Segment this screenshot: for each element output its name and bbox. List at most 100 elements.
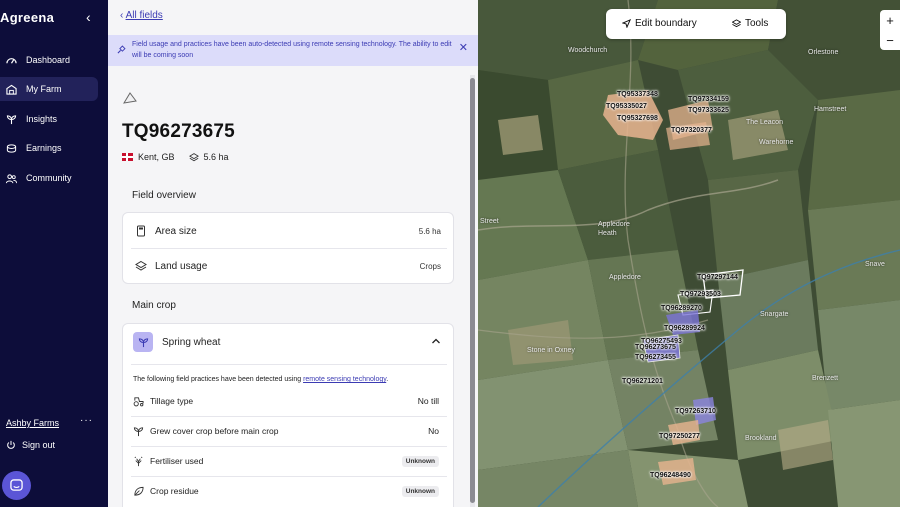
field-label[interactable]: TQ96289270 <box>661 305 702 312</box>
edit-boundary-button[interactable]: Edit boundary <box>622 18 697 29</box>
practice-label: Fertiliser used <box>150 456 204 466</box>
power-icon <box>6 440 16 450</box>
field-label[interactable]: TQ96273455 <box>635 354 676 361</box>
sidebar-item-label: My Farm <box>26 84 62 94</box>
sprout-icon <box>133 332 153 352</box>
field-meta: Kent, GB 5.6 ha <box>122 152 229 162</box>
zoom-in-button[interactable]: + <box>880 10 900 30</box>
field-label[interactable]: TQ96273675 <box>635 344 676 351</box>
uk-flag-icon <box>122 153 133 161</box>
place-label: Snave <box>865 261 885 268</box>
field-label[interactable]: TQ97333625 <box>688 107 729 114</box>
farm-icon <box>6 84 17 95</box>
field-label[interactable]: TQ97263710 <box>675 408 716 415</box>
field-label[interactable]: TQ96248490 <box>650 472 691 479</box>
place-label: Appledore Heath <box>598 221 630 237</box>
sign-out-button[interactable]: Sign out <box>6 440 55 450</box>
map-imagery <box>478 0 900 507</box>
back-to-all-fields-link[interactable]: ‹ All fields <box>120 10 163 21</box>
people-icon <box>6 173 17 184</box>
cursor-icon <box>622 19 631 28</box>
tools-label: Tools <box>745 18 769 29</box>
sprout-icon <box>133 426 144 437</box>
overview-row-value: 5.6 ha <box>418 226 441 236</box>
sidebar: Agreena ‹ Dashboard My Farm Insights Ear… <box>0 0 108 507</box>
practice-row-cover-crop: Grew cover crop before main crop No <box>123 416 453 446</box>
field-label[interactable]: TQ97320377 <box>671 127 712 134</box>
practice-row-crop-residue: Crop residue Unknown <box>123 476 453 506</box>
layers-icon <box>135 260 147 272</box>
field-label[interactable]: TQ97250277 <box>659 433 700 440</box>
field-label[interactable]: TQ96271201 <box>622 378 663 385</box>
sidebar-item-my-farm[interactable]: My Farm <box>0 77 98 101</box>
place-label: Hamstreet <box>814 106 847 113</box>
zoom-out-button[interactable]: − <box>880 30 900 50</box>
field-label[interactable]: TQ95337348 <box>617 91 658 98</box>
note-end: . <box>386 376 389 383</box>
overview-row-label: Land usage <box>155 260 208 272</box>
field-shape-icon <box>123 92 137 104</box>
place-label: Appledore <box>609 274 641 281</box>
panel-scrollbar[interactable] <box>470 75 475 507</box>
farm-name-link[interactable]: Ashby Farms <box>6 418 59 428</box>
field-label[interactable]: TQ95327698 <box>617 115 658 122</box>
chevron-up-icon[interactable] <box>431 336 441 346</box>
place-label: Stone in Oxney <box>527 347 575 354</box>
edit-boundary-label: Edit boundary <box>635 18 697 29</box>
back-label: All fields <box>125 10 163 21</box>
close-icon[interactable]: ✕ <box>459 43 468 54</box>
practice-label: Tillage type <box>150 396 194 406</box>
field-label[interactable]: TQ96289924 <box>664 325 705 332</box>
field-details-panel: ‹ All fields Field usage and practices h… <box>108 0 478 507</box>
field-location: Kent, GB <box>138 152 175 162</box>
chevron-left-icon[interactable]: ‹ <box>86 9 91 25</box>
dashboard-icon <box>6 55 17 66</box>
chat-button[interactable] <box>2 471 31 500</box>
crop-name: Spring wheat <box>162 336 221 348</box>
map-toolbar: Edit boundary Tools <box>606 9 786 39</box>
practice-value: No till <box>417 396 439 406</box>
sign-out-label: Sign out <box>22 440 56 450</box>
place-label: Orlestone <box>808 49 839 56</box>
sidebar-item-label: Earnings <box>26 143 62 153</box>
field-label[interactable]: TQ97334159 <box>688 96 729 103</box>
place-label: Snargate <box>760 311 789 318</box>
calculator-icon <box>135 225 147 237</box>
coins-icon <box>6 143 17 154</box>
sidebar-item-dashboard[interactable]: Dashboard <box>0 48 98 72</box>
practice-label: Crop residue <box>150 486 199 496</box>
overview-row-value: Crops <box>419 261 441 271</box>
field-label[interactable]: TQ97297144 <box>697 274 738 281</box>
detected-practices-note: The following field practices have been … <box>133 376 388 383</box>
tools-button[interactable]: Tools <box>732 18 768 29</box>
crop-header[interactable]: Spring wheat <box>133 332 220 352</box>
field-area: 5.6 ha <box>203 152 229 162</box>
note-text: The following field practices have been … <box>133 376 304 383</box>
sidebar-item-community[interactable]: Community <box>0 166 98 190</box>
tractor-icon <box>133 396 144 407</box>
layers-icon <box>188 152 199 162</box>
place-label: Brookland <box>745 435 777 442</box>
sprout-icon <box>6 114 17 125</box>
notice-text: Field usage and practices have been auto… <box>132 41 452 59</box>
field-label[interactable]: TQ95335027 <box>606 103 647 110</box>
practice-value: No <box>428 426 439 436</box>
chat-icon <box>10 479 23 491</box>
info-notice: Field usage and practices have been auto… <box>108 35 478 66</box>
unknown-badge: Unknown <box>401 485 439 497</box>
field-id-title: TQ96273675 <box>122 121 235 142</box>
unknown-badge: Unknown <box>401 455 439 467</box>
field-label[interactable]: TQ97293503 <box>680 291 721 298</box>
place-label: Warehorne <box>759 139 794 146</box>
sidebar-item-earnings[interactable]: Earnings <box>0 136 98 160</box>
more-menu-button[interactable]: ··· <box>80 415 93 426</box>
scrollbar-thumb[interactable] <box>470 78 475 503</box>
sidebar-item-label: Community <box>26 173 72 183</box>
sidebar-item-label: Insights <box>26 114 58 124</box>
satellite-map[interactable]: Edit boundary Tools + − Woodchurch Orles… <box>478 0 900 507</box>
remote-sensing-link[interactable]: remote sensing technology <box>303 376 386 383</box>
practice-row-tillage: Tillage type No till <box>123 386 453 416</box>
overview-row-label: Area size <box>155 225 197 237</box>
leaf-icon <box>133 486 144 497</box>
sidebar-item-insights[interactable]: Insights <box>0 107 98 131</box>
